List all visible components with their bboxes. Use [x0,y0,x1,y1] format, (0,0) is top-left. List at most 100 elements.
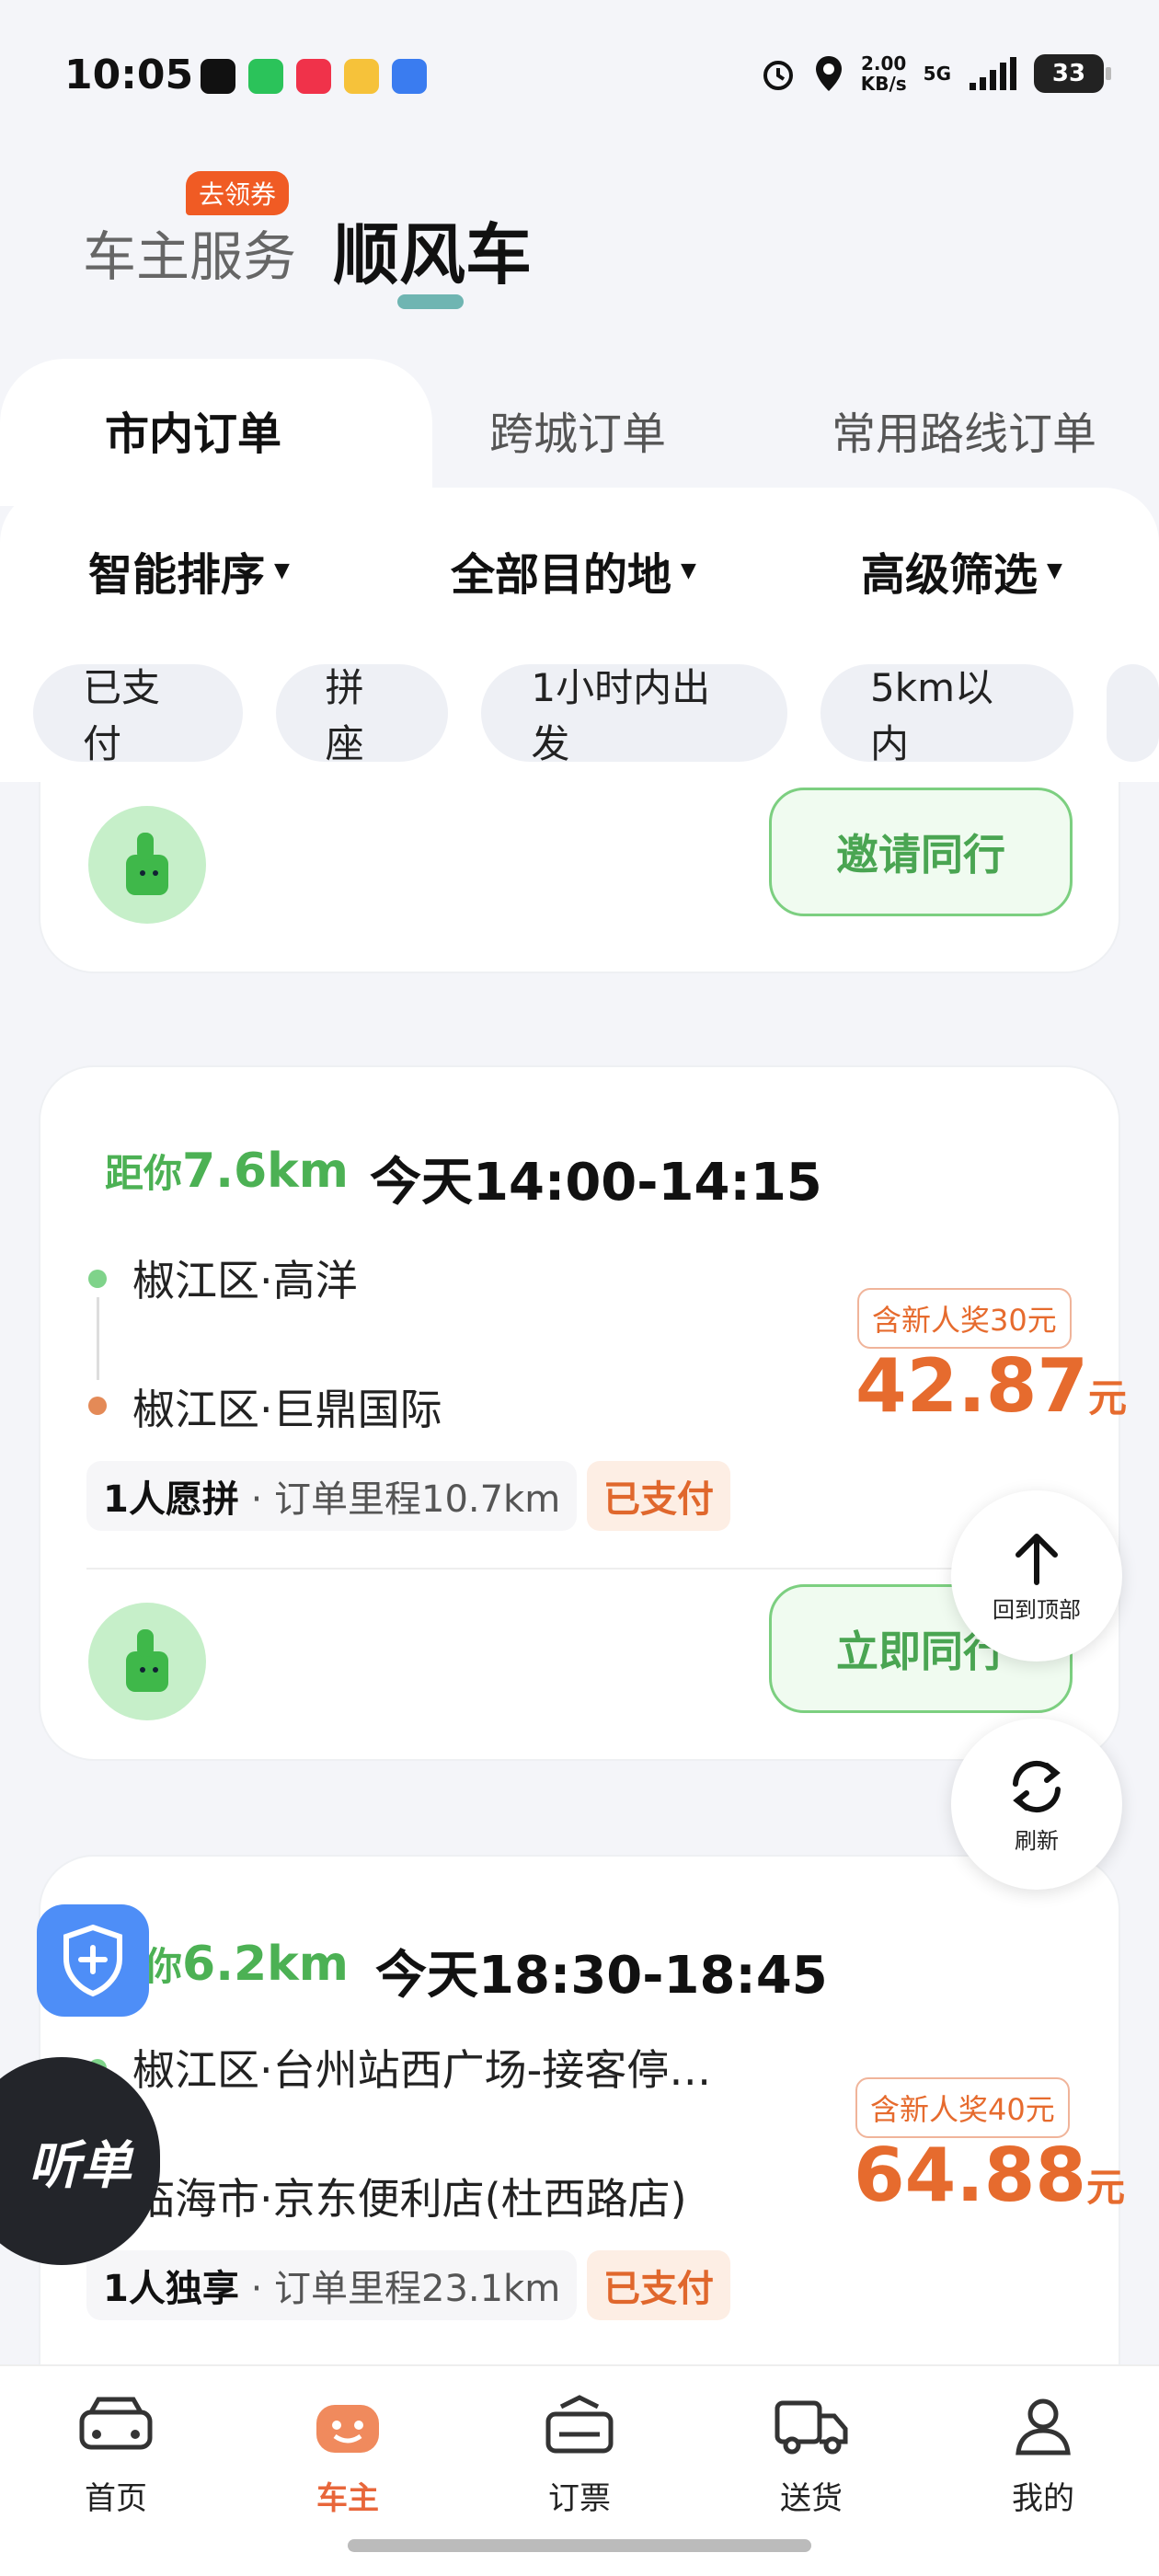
alarm-icon [763,61,793,90]
tab-frequent-route-orders[interactable]: 常用路线订单 [832,397,1096,462]
invite-ride-button[interactable]: 邀请同行 [769,788,1073,916]
sort-label: 智能排序 [88,549,266,601]
departure-time: 今天14:00-14:15 [370,1153,822,1213]
order-type-tabs: 市内订单 跨城订单 常用路线订单 [0,359,1159,506]
status-bar: 10:05 2.00 KB/s 5G 33 [0,0,1159,147]
chip-carpool[interactable]: 拼座 [275,664,449,766]
location-icon [815,56,842,91]
chip-within-hour[interactable]: 1小时内出发 [481,664,788,766]
price-unit: 元 [1086,2165,1126,2210]
signal-icon [970,57,1016,90]
distance-value: 7.6km [182,1144,349,1199]
nav-profile[interactable]: 我的 [970,2385,1117,2518]
order-card[interactable]: 距你6.2km 今天18:30-18:45 椒江区·台州站西广场-接客停… 临海… [39,1855,1125,2364]
destination-address: 椒江区·巨鼎国际 [132,1385,442,1434]
advanced-filter-dropdown[interactable]: 高级筛选 ▼ [861,538,1062,603]
coupon-badge[interactable]: 去领券 [186,171,290,215]
newcomer-bonus-badge: 含新人奖30元 [857,1288,1072,1349]
divider [86,1568,1076,1570]
nav-driver[interactable]: 车主 [274,2385,421,2518]
destination-dropdown[interactable]: 全部目的地 ▼ [451,538,696,603]
back-to-top-button[interactable]: 回到顶部 [951,1490,1122,1662]
sort-dropdown[interactable]: 智能排序 ▼ [88,538,290,603]
active-tab-indicator [397,294,464,309]
caret-down-icon: ▼ [681,558,696,582]
car-home-icon [79,2397,153,2450]
origin-address: 椒江区·台州站西广场-接客停… [132,2045,712,2095]
caret-down-icon: ▼ [274,558,290,582]
destination-label: 全部目的地 [451,549,672,601]
nav-tickets[interactable]: 订票 [506,2385,653,2518]
distance-label: 距你 [105,1151,183,1196]
message-icon [392,59,427,94]
newcomer-bonus-badge: 含新人奖40元 [855,2077,1070,2138]
nav-delivery-label: 送货 [780,2480,843,2517]
weibo-icon [344,59,379,94]
distance-value: 6.2km [182,1937,349,1992]
order-card[interactable]: 邀请同行 [39,782,1120,973]
tab-owner-service[interactable]: 车主服务 [83,213,296,291]
caret-down-icon: ▼ [1047,558,1062,582]
avatar [88,1603,206,1720]
nav-profile-label: 我的 [1012,2480,1074,2517]
avatar [88,806,206,924]
chip-within-5km[interactable]: 5km以内 [820,664,1074,766]
speed-unit: KB/s [860,73,907,95]
header-tabs: 车主服务 去领券 顺风车 [0,166,1159,322]
order-mileage: · 订单里程23.1km [250,2268,561,2310]
driver-icon [316,2405,379,2453]
destination-dot [88,1397,107,1415]
order-info-chip: 1人独享 · 订单里程23.1km [86,2250,578,2320]
net-speed: 2.00 KB/s [861,53,907,94]
person-icon [1016,2398,1071,2455]
rider-count: 1人愿拼 [103,1478,239,1521]
filter-row: 智能排序 ▼ 全部目的地 ▼ 高级筛选 ▼ [0,538,1159,603]
distance-text: 距你7.6km [105,1143,349,1199]
destination-address: 临海市·京东便利店(杜西路店) [132,2174,687,2224]
refresh-label: 刷新 [1015,1827,1059,1854]
clock: 10:05 [64,52,194,98]
nav-home[interactable]: 首页 [42,2385,189,2518]
tab-ride-share[interactable]: 顺风车 [333,201,532,297]
tab-intercity-orders[interactable]: 跨城订单 [489,397,666,462]
chip-more[interactable] [1107,664,1159,762]
nav-driver-label: 车主 [316,2480,379,2517]
notification-icons [201,59,427,94]
route-line [97,1297,99,1380]
thumbs-up-mascot-icon [126,1629,168,1692]
order-info-chip: 1人愿拼 · 订单里程10.7km [86,1461,578,1531]
price-value: 42.87 [855,1343,1089,1429]
advanced-filter-label: 高级筛选 [861,549,1039,601]
price: 42.87元 [855,1343,1127,1429]
wechat-icon [248,59,283,94]
network-type: 5G [923,63,951,85]
price-value: 64.88 [854,2133,1087,2218]
home-indicator[interactable] [348,2539,811,2552]
quick-filter-chips: 已支付 拼座 1小时内出发 5km以内 [33,664,1159,766]
price-unit: 元 [1088,1375,1128,1420]
order-card[interactable]: 距你7.6km 今天14:00-14:15 椒江区·高洋 椒江区·巨鼎国际 含新… [39,1065,1127,1761]
tab-city-orders[interactable]: 市内订单 [105,397,281,462]
battery-icon: 33 [1034,54,1111,93]
speed-value: 2.00 [861,52,907,75]
origin-dot [88,1270,107,1288]
shield-icon [63,1924,122,1997]
refresh-button[interactable]: 刷新 [951,1719,1122,1890]
refresh-icon [1013,1760,1061,1812]
origin-address: 椒江区·高洋 [132,1256,358,1305]
chip-paid[interactable]: 已支付 [33,664,243,766]
app-notif-icon [201,59,235,94]
ticket-icon [545,2395,614,2454]
order-mileage: · 订单里程10.7km [250,1478,561,1521]
safety-shield-button[interactable] [37,1904,149,2017]
nav-home-label: 首页 [85,2480,147,2517]
truck-icon [775,2400,848,2455]
departure-time: 今天18:30-18:45 [375,1946,828,2006]
arrow-up-icon [1016,1533,1058,1585]
nav-delivery[interactable]: 送货 [738,2385,885,2518]
xiaohongshu-icon [296,59,331,94]
price: 64.88元 [854,2133,1125,2218]
back-to-top-label: 回到顶部 [993,1596,1081,1623]
paid-status-badge: 已支付 [587,2250,730,2320]
rider-count: 1人独享 [103,2268,239,2310]
